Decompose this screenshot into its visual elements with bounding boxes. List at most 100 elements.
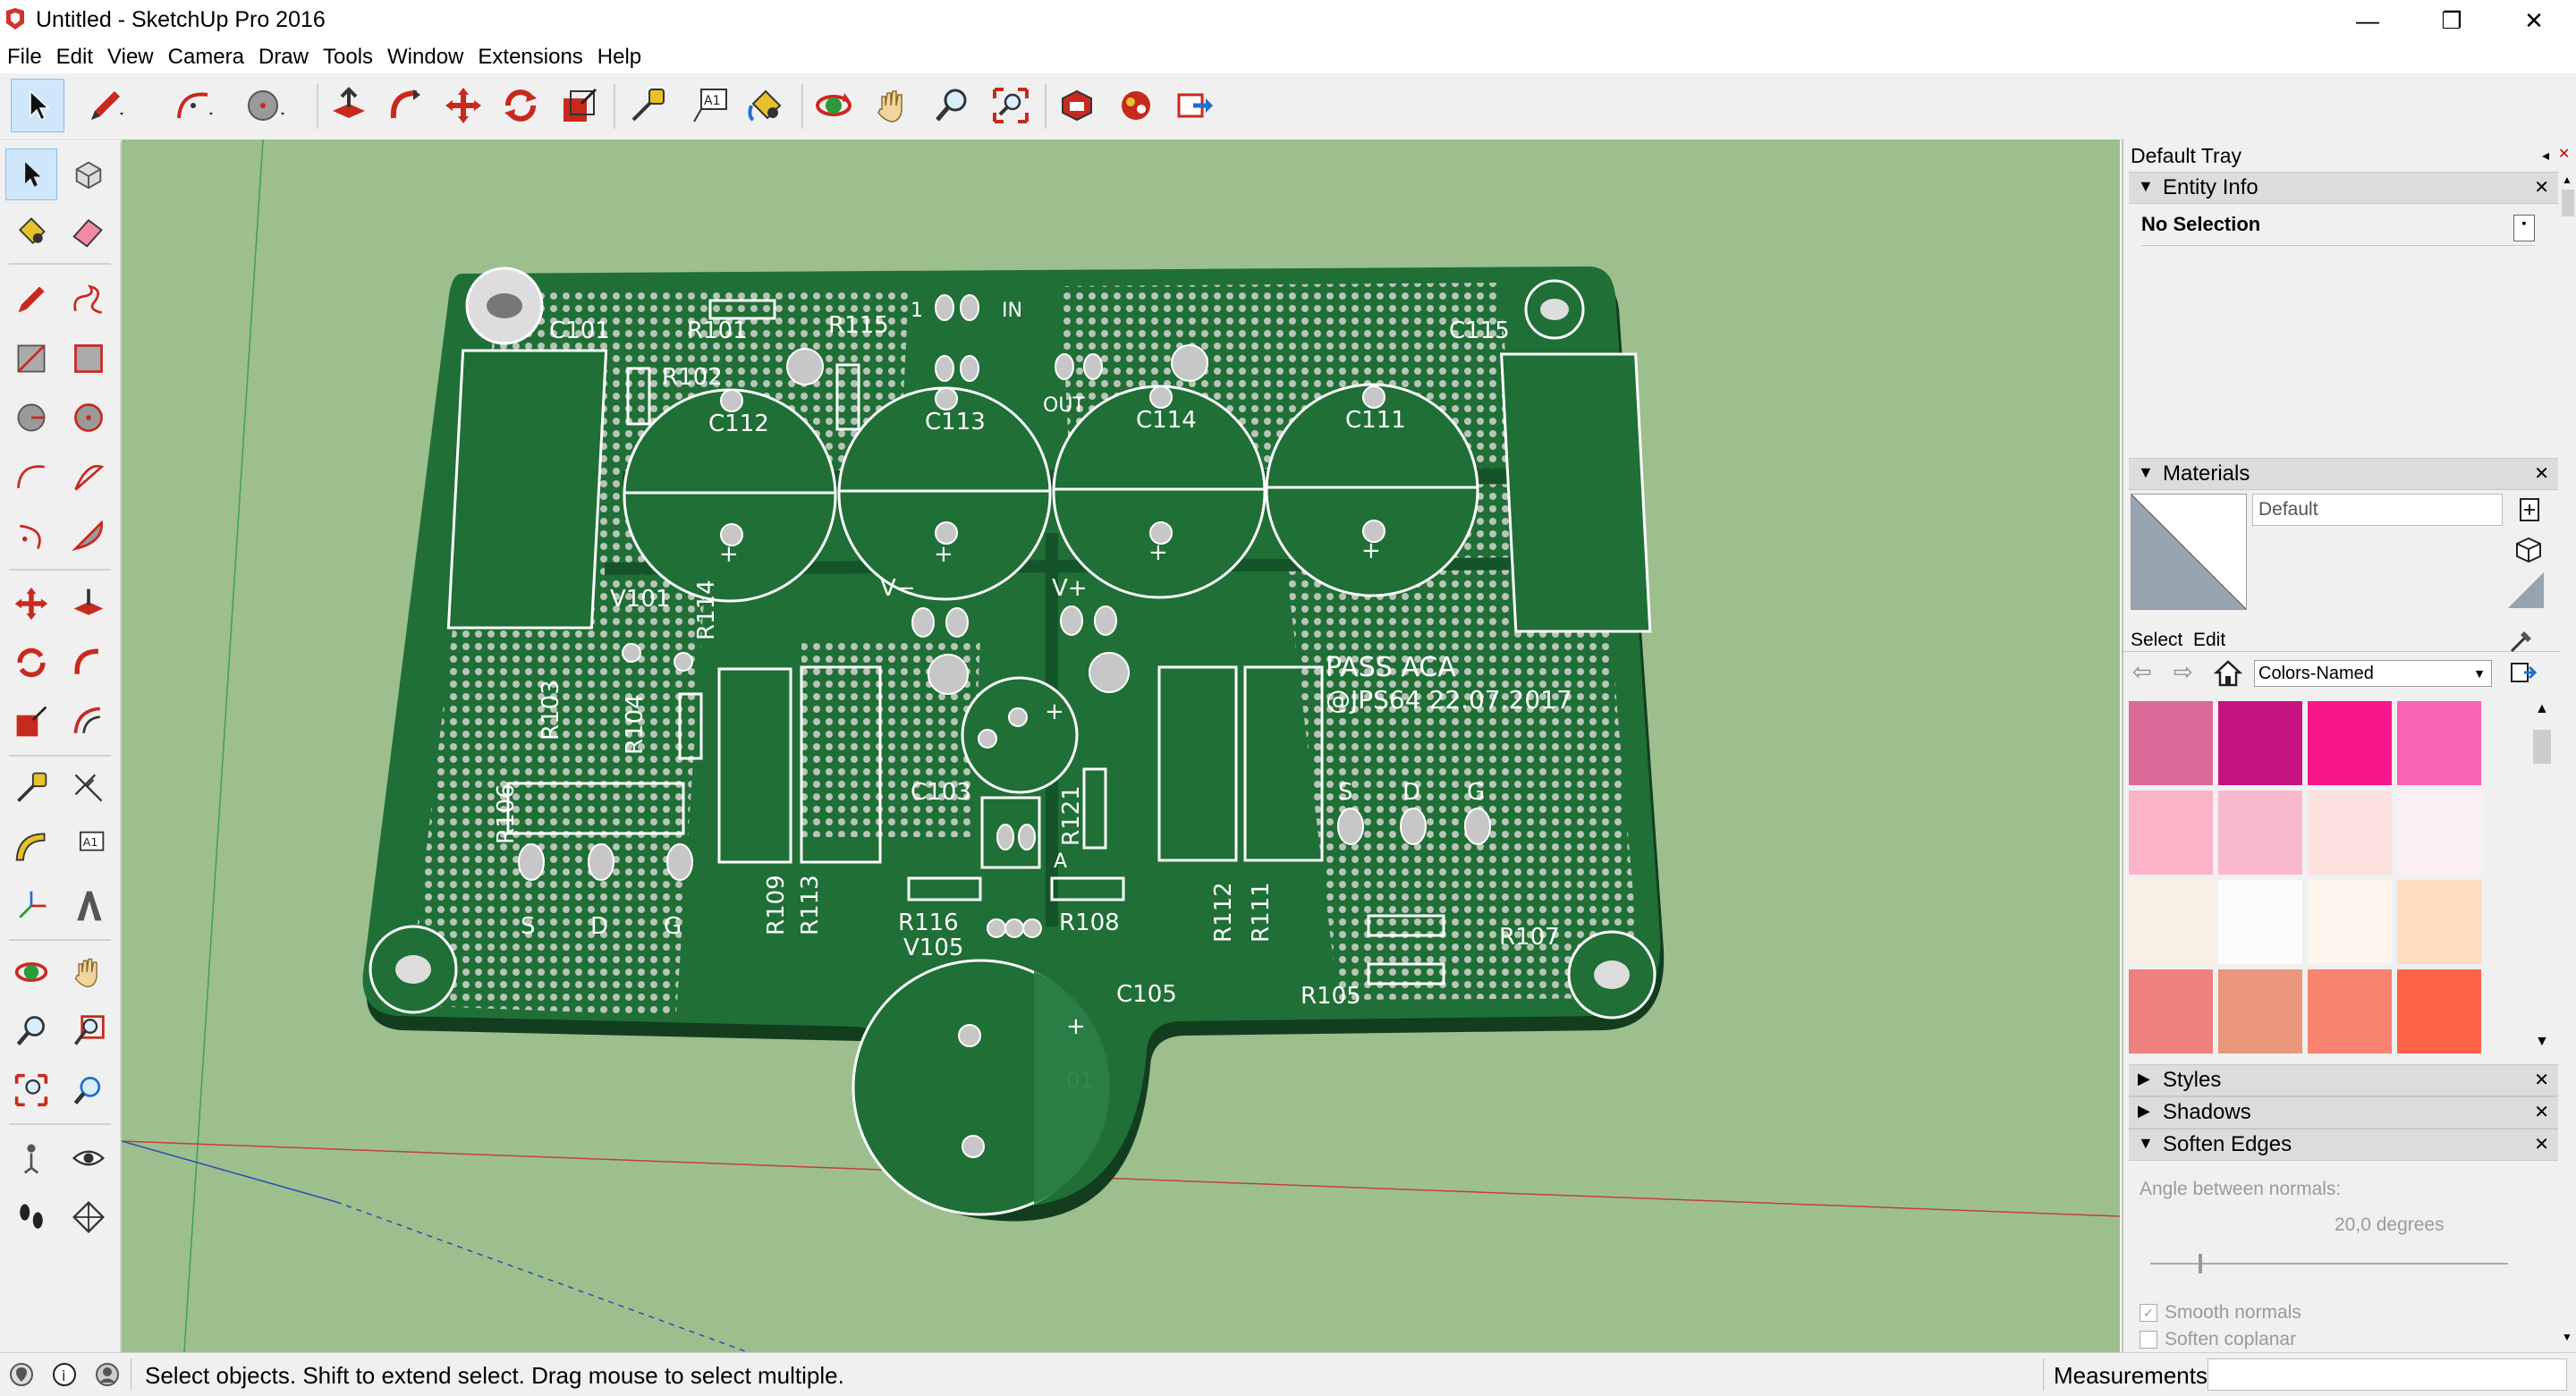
tray-scrollbar[interactable]: ▲ ▼ <box>2560 172 2576 1349</box>
material-swatch[interactable] <box>2129 880 2213 964</box>
material-swatch[interactable] <box>2308 969 2392 1053</box>
geo-location-icon[interactable] <box>9 1362 34 1387</box>
palette-zoom-button[interactable] <box>5 1005 57 1057</box>
menu-tools[interactable]: Tools <box>316 41 380 73</box>
arc-tool-button[interactable] <box>166 79 220 132</box>
tray-close-icon[interactable]: ✕ <box>2558 145 2570 163</box>
follow-me-button[interactable] <box>379 79 433 132</box>
palette-follow-me-button[interactable] <box>63 637 114 689</box>
palette-move-button[interactable] <box>5 578 57 630</box>
pan-button[interactable] <box>866 79 919 132</box>
palette-offset-button[interactable] <box>63 696 114 748</box>
palette-scale-button[interactable] <box>5 696 57 748</box>
palette-position-camera-button[interactable] <box>5 1132 57 1184</box>
palette-rectangle-button[interactable] <box>5 333 57 385</box>
smooth-normals-checkbox[interactable]: ✓ <box>2140 1304 2157 1322</box>
push-pull-button[interactable] <box>322 79 376 132</box>
palette-section-plane-button[interactable] <box>63 1191 114 1243</box>
materials-select-tab[interactable]: Select <box>2131 630 2182 651</box>
move-tool-button[interactable] <box>436 79 490 132</box>
palette-eraser-button[interactable] <box>63 206 114 258</box>
panel-close-icon[interactable]: ✕ <box>2534 1133 2549 1155</box>
styles-header[interactable]: ▶ Styles ✕ <box>2129 1064 2558 1096</box>
model-viewport[interactable]: C101 R101 R115 IN 1 C115 R102 C112 C113 … <box>122 140 2120 1352</box>
share-model-button[interactable] <box>1168 79 1222 132</box>
scroll-down-icon[interactable]: ▼ <box>2562 1331 2572 1343</box>
soften-coplanar-checkbox[interactable] <box>2140 1331 2157 1349</box>
palette-rotate-button[interactable] <box>5 637 57 689</box>
scroll-thumb[interactable] <box>2562 190 2574 216</box>
menu-help[interactable]: Help <box>590 41 648 73</box>
palette-axes-button[interactable] <box>5 880 57 932</box>
palette-3point-arc-button[interactable] <box>5 510 57 562</box>
palette-polygon-button[interactable] <box>63 392 114 444</box>
material-swatch[interactable] <box>2218 880 2302 964</box>
material-swatch[interactable] <box>2218 791 2302 875</box>
palette-paint-button[interactable] <box>5 206 57 258</box>
palette-dimension-button[interactable] <box>63 762 114 814</box>
palette-2point-arc-button[interactable] <box>63 451 114 503</box>
zoom-extents-button[interactable] <box>984 79 1038 132</box>
text-tool-button[interactable]: A1 <box>683 79 737 132</box>
material-swatch[interactable] <box>2218 969 2302 1053</box>
zoom-button[interactable] <box>925 79 979 132</box>
angle-slider-thumb[interactable] <box>2199 1254 2202 1273</box>
menu-window[interactable]: Window <box>380 41 470 73</box>
cube-3d-icon[interactable] <box>2513 535 2544 565</box>
scroll-up-icon[interactable]: ▲ <box>2562 173 2572 186</box>
components-warehouse-button[interactable] <box>1109 79 1163 132</box>
panel-close-icon[interactable]: ✕ <box>2534 1069 2549 1091</box>
orbit-button[interactable] <box>807 79 860 132</box>
palette-circle-button[interactable] <box>5 392 57 444</box>
details-arrow-icon[interactable] <box>2508 658 2538 687</box>
soften-edges-header[interactable]: ▼ Soften Edges ✕ <box>2129 1129 2558 1161</box>
material-swatch[interactable] <box>2129 969 2213 1053</box>
palette-pie-button[interactable] <box>63 510 114 562</box>
palette-text-button[interactable]: A1 <box>63 821 114 873</box>
panel-close-icon[interactable]: ✕ <box>2534 176 2549 199</box>
sample-paint-icon[interactable] <box>2508 626 2537 655</box>
default-material-corner-icon[interactable] <box>2508 572 2544 608</box>
credits-info-icon[interactable]: i <box>52 1362 77 1387</box>
scroll-up-icon[interactable]: ▲ <box>2535 701 2549 717</box>
palette-pan-button[interactable] <box>63 946 114 998</box>
restore-button[interactable]: ❐ <box>2410 0 2494 41</box>
user-account-icon[interactable] <box>95 1362 120 1387</box>
palette-protractor-button[interactable] <box>5 821 57 873</box>
angle-slider-track[interactable] <box>2150 1263 2508 1265</box>
menu-edit[interactable]: Edit <box>49 41 100 73</box>
palette-rotated-rectangle-button[interactable] <box>63 333 114 385</box>
material-library-select[interactable]: Colors-Named ▼ <box>2254 660 2492 687</box>
home-icon[interactable] <box>2213 658 2243 689</box>
material-swatch[interactable] <box>2218 701 2302 785</box>
palette-zoom-extents-button[interactable] <box>5 1064 57 1116</box>
create-material-icon[interactable] <box>2517 495 2542 524</box>
material-swatch[interactable] <box>2308 880 2392 964</box>
palette-arc-button[interactable] <box>5 451 57 503</box>
swatch-scrollbar[interactable]: ▲ ▼ <box>2526 701 2558 1055</box>
select-tool-button[interactable] <box>11 79 64 132</box>
measurements-input[interactable] <box>2207 1358 2567 1391</box>
menu-camera[interactable]: Camera <box>161 41 251 73</box>
minimize-button[interactable]: — <box>2326 0 2410 41</box>
material-swatch[interactable] <box>2308 791 2392 875</box>
entity-info-header[interactable]: ▼ Entity Info ✕ <box>2129 172 2558 204</box>
menu-draw[interactable]: Draw <box>251 41 316 73</box>
material-swatch[interactable] <box>2129 701 2213 785</box>
material-swatch[interactable] <box>2129 791 2213 875</box>
menu-view[interactable]: View <box>100 41 161 73</box>
forward-arrow-icon[interactable]: ⇨ <box>2174 658 2193 686</box>
material-swatch[interactable] <box>2397 701 2481 785</box>
tape-measure-button[interactable] <box>621 79 674 132</box>
materials-header[interactable]: ▼ Materials ✕ <box>2129 458 2558 490</box>
palette-look-around-button[interactable] <box>63 1132 114 1184</box>
line-tool-button[interactable] <box>79 79 132 132</box>
material-swatch[interactable] <box>2308 701 2392 785</box>
palette-previous-view-button[interactable] <box>63 1064 114 1116</box>
palette-zoom-window-button[interactable] <box>63 1005 114 1057</box>
panel-close-icon[interactable]: ✕ <box>2534 1101 2549 1123</box>
material-name-field[interactable]: Default <box>2252 494 2503 526</box>
back-arrow-icon[interactable]: ⇦ <box>2132 658 2152 686</box>
palette-walk-button[interactable] <box>5 1191 57 1243</box>
material-swatch[interactable] <box>2397 969 2481 1053</box>
